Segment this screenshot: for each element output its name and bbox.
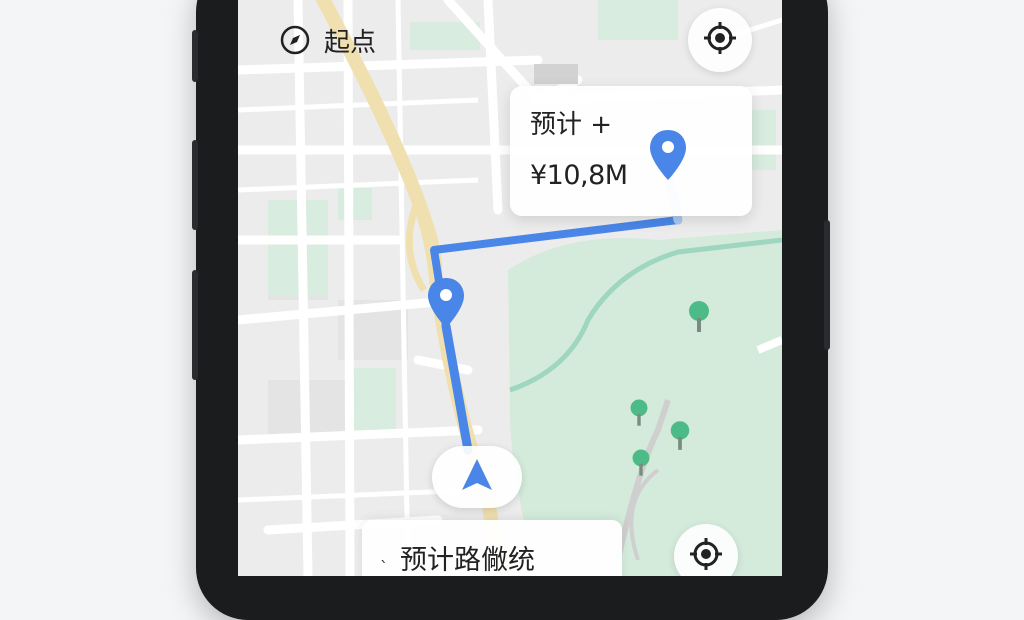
crosshair-icon — [689, 537, 723, 575]
phone-side-button — [192, 30, 198, 82]
origin-pin[interactable] — [426, 276, 466, 332]
estimate-label: 预计 + — [530, 110, 613, 140]
phone-side-button — [192, 270, 198, 380]
navigation-button[interactable] — [432, 446, 522, 508]
tree-icon — [689, 301, 709, 332]
navigation-arrow-icon — [458, 456, 496, 498]
start-point-text: 起点 — [324, 27, 377, 58]
compass-icon — [278, 23, 312, 57]
gray-block — [534, 64, 578, 84]
tree-icon — [632, 449, 650, 476]
phone-side-button — [824, 220, 830, 350]
phone-screen: 起点 预计 + ¥10,8M ˎ 预计路僘统 — [238, 0, 782, 576]
phone-side-button — [192, 140, 198, 230]
map-pin-icon — [426, 278, 466, 336]
locate-button[interactable] — [688, 8, 752, 72]
route-info-card[interactable]: 预计 + ¥10,8M — [510, 86, 752, 216]
route-summary-text: 预计路僘统 — [400, 545, 535, 576]
caret: ˎ — [380, 544, 388, 563]
map-pin-icon — [648, 130, 688, 188]
tree-icon — [630, 399, 648, 426]
tree-icon — [670, 421, 690, 450]
start-point-label[interactable]: 起点 — [278, 18, 376, 62]
estimate-value: ¥10,8M — [530, 160, 628, 191]
route-summary-card[interactable]: ˎ 预计路僘统 — [362, 520, 622, 576]
crosshair-icon — [703, 21, 737, 59]
destination-pin[interactable] — [648, 128, 688, 184]
